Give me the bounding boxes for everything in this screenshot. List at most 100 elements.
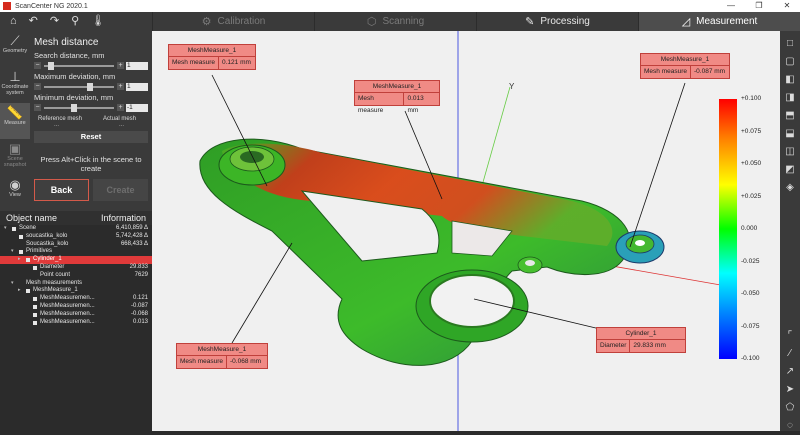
search-distance-slider[interactable]: − + 1 <box>34 61 148 70</box>
expand-arrow-icon[interactable]: ▾ <box>11 280 14 288</box>
mesh-values: ... ... <box>34 122 148 129</box>
slider-track[interactable] <box>44 82 114 91</box>
close-button[interactable]: ✕ <box>776 0 798 12</box>
view-left-icon[interactable]: ◧ <box>780 71 800 89</box>
tree-row[interactable]: soucastka_kolo 5,742,428 Δ <box>0 233 152 241</box>
callout-mesh-measure[interactable]: MeshMeasure_1 Mesh measure -0.068 mm <box>176 343 268 369</box>
callout-mesh-measure[interactable]: MeshMeasure_1 Mesh measure 0.121 mm <box>168 44 256 70</box>
actual-mesh-value[interactable]: ... <box>119 122 124 129</box>
slider-thumb[interactable] <box>48 61 55 70</box>
slider-thumb[interactable] <box>87 82 94 91</box>
visibility-checkbox[interactable] <box>33 312 37 317</box>
home-icon[interactable]: ⌂ <box>10 12 17 31</box>
view-right-icon[interactable]: ◨ <box>780 89 800 107</box>
scale-tick-label: +0.025 <box>741 192 762 200</box>
visibility-checkbox[interactable] <box>33 320 37 325</box>
increment-button[interactable]: + <box>117 104 124 111</box>
callout-mesh-measure[interactable]: MeshMeasure_1 Mesh measure -0.087 mm <box>640 53 730 79</box>
visibility-checkbox[interactable] <box>12 227 16 231</box>
expand-arrow-icon[interactable]: ▸ <box>18 287 21 295</box>
select-icon[interactable]: ↗ <box>780 363 800 381</box>
tree-row[interactable]: MeshMeasuremen... -0.068 <box>0 311 152 319</box>
lasso-icon[interactable]: ◌ <box>780 417 800 435</box>
visibility-checkbox[interactable] <box>33 304 37 309</box>
tree-row[interactable]: ▾ Primitives <box>0 248 152 256</box>
slider-track[interactable] <box>44 61 114 70</box>
tool-coordinate-system[interactable]: ⊥ Coordinate system <box>0 67 30 103</box>
increment-button[interactable]: + <box>117 62 124 69</box>
callout-mesh-measure[interactable]: MeshMeasure_1 Mesh measure 0.013 mm <box>354 80 440 114</box>
tool-view[interactable]: ◉ View <box>0 175 30 211</box>
slider-track[interactable] <box>44 103 114 112</box>
redo-icon[interactable]: ↷ <box>50 12 59 31</box>
tab-processing[interactable]: ✎ Processing <box>476 12 638 31</box>
callout-value: 0.013 mm <box>407 95 424 114</box>
tree-row[interactable]: Soucastka_kolo 668,433 Δ <box>0 241 152 249</box>
polygon-icon[interactable]: ⬠ <box>780 399 800 417</box>
view-iso-icon[interactable]: ◫ <box>780 143 800 161</box>
back-button[interactable]: Back <box>34 179 90 201</box>
tree-row[interactable]: ▸ MeshMeasure_1 <box>0 287 152 295</box>
visibility-checkbox[interactable] <box>26 289 30 294</box>
tree-row[interactable]: Point count 7629 <box>0 272 152 280</box>
min-deviation-slider[interactable]: − + -1 <box>34 103 148 112</box>
min-deviation-field[interactable]: -1 <box>126 103 148 112</box>
increment-button[interactable]: + <box>117 83 124 90</box>
view-top-icon[interactable]: ⬒ <box>780 107 800 125</box>
tab-calibration[interactable]: ⚙ Calibration <box>152 12 314 31</box>
corner-icon[interactable]: ⌜ <box>780 327 800 345</box>
scene-canvas[interactable]: Y <box>152 31 780 431</box>
visibility-checkbox[interactable] <box>26 258 30 263</box>
geometry-icon: ⟋ <box>10 33 20 48</box>
decrement-button[interactable]: − <box>34 104 41 111</box>
pin-icon[interactable]: ⚲ <box>71 12 79 31</box>
brush-icon[interactable]: ∕ <box>780 345 800 363</box>
visibility-checkbox[interactable] <box>33 265 37 270</box>
reset-button[interactable]: Reset <box>34 131 148 143</box>
part-mesh[interactable] <box>199 138 665 366</box>
visibility-checkbox[interactable] <box>19 250 23 255</box>
callout-title: MeshMeasure_1 <box>169 45 255 57</box>
reference-mesh-value[interactable]: ... <box>54 122 59 129</box>
tool-scene-snapshot[interactable]: ▣ Scene snapshot <box>0 139 30 175</box>
tree-row[interactable]: ▸ Cylinder_1 <box>0 256 152 264</box>
max-deviation-field[interactable]: 1 <box>126 82 148 91</box>
create-button[interactable]: Create <box>93 179 148 201</box>
col-object-name: Object name <box>6 213 58 223</box>
callout-value: -0.087 mm <box>694 68 726 75</box>
view-mode-icon[interactable]: ◩ <box>780 161 800 179</box>
tool-measure[interactable]: 📏 Measure <box>0 103 30 139</box>
thermometer-icon[interactable]: 🌡 <box>91 12 105 31</box>
expand-arrow-icon[interactable]: ▾ <box>11 248 14 256</box>
undo-icon[interactable]: ↶ <box>29 12 38 31</box>
view-back-icon[interactable]: ▢ <box>780 53 800 71</box>
scene-viewport[interactable]: Y MeshMeasure_1 Mesh measure 0.121 mm Me… <box>152 31 780 431</box>
palette-icon[interactable]: ◈ <box>780 179 800 197</box>
tree-row[interactable]: ▾ Mesh measurements <box>0 280 152 288</box>
cursor-icon[interactable]: ➤ <box>780 381 800 399</box>
tool-geometry[interactable]: ⟋ Geometry <box>0 31 30 67</box>
view-front-icon[interactable]: □ <box>780 35 800 53</box>
view-bottom-icon[interactable]: ⬓ <box>780 125 800 143</box>
tree-row[interactable]: ▾ Scene 6,410,859 Δ <box>0 225 152 233</box>
decrement-button[interactable]: − <box>34 83 41 90</box>
maximize-button[interactable]: ❐ <box>748 0 770 12</box>
tree-row-info: -0.087 <box>130 302 148 309</box>
scale-tick-label: -0.100 <box>741 355 760 362</box>
search-distance-field[interactable]: 1 <box>126 61 148 70</box>
tab-scanning[interactable]: ⬡ Scanning <box>314 12 476 31</box>
tree-row[interactable]: MeshMeasuremen... 0.121 <box>0 295 152 303</box>
tree-row[interactable]: MeshMeasuremen... 0.013 <box>0 319 152 327</box>
expand-arrow-icon[interactable]: ▾ <box>4 225 7 233</box>
minimize-button[interactable]: — <box>720 0 742 12</box>
slider-thumb[interactable] <box>70 103 77 112</box>
visibility-checkbox[interactable] <box>19 234 23 239</box>
decrement-button[interactable]: − <box>34 62 41 69</box>
visibility-checkbox[interactable] <box>33 297 37 302</box>
max-deviation-slider[interactable]: − + 1 <box>34 82 148 91</box>
tab-measurement[interactable]: ◿ Measurement <box>638 12 800 31</box>
tree-row[interactable]: Diameter 29.833 <box>0 264 152 272</box>
expand-arrow-icon[interactable]: ▸ <box>18 256 21 264</box>
tree-row[interactable]: MeshMeasuremen... -0.087 <box>0 303 152 311</box>
callout-cylinder[interactable]: Cylinder_1 Diameter 29.833 mm <box>596 327 686 353</box>
